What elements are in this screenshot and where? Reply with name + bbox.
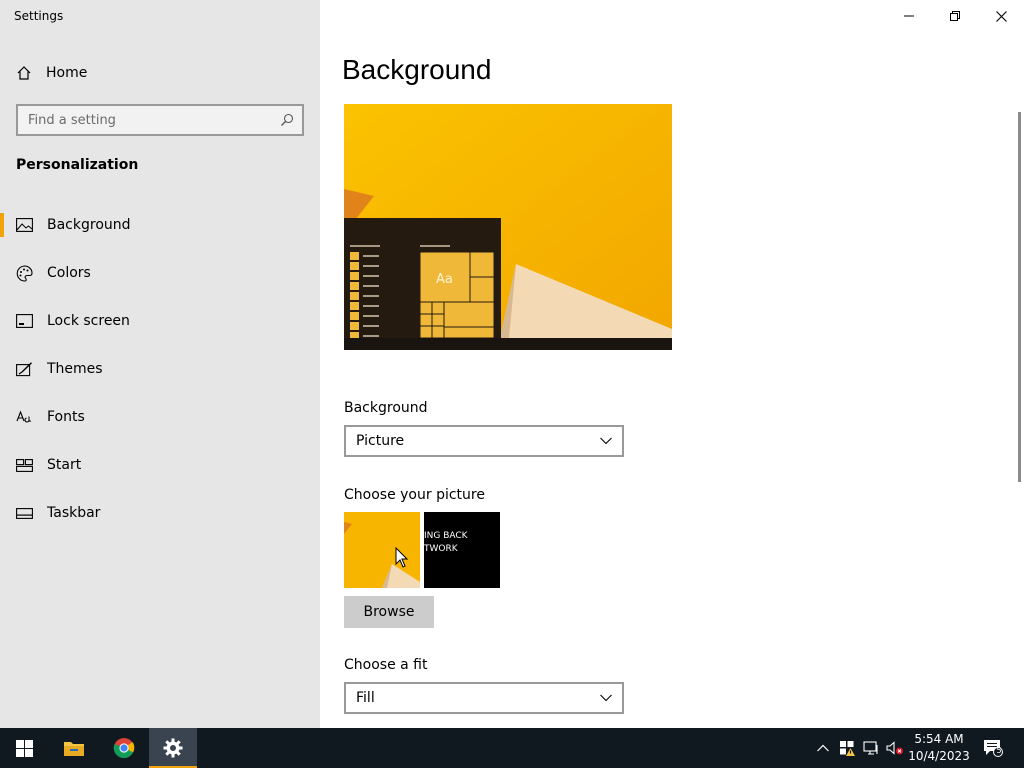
restore-icon (950, 11, 960, 21)
themes-icon (16, 361, 33, 378)
sidebar-item-label: Taskbar (47, 505, 101, 521)
gear-icon (163, 738, 183, 758)
search-input[interactable] (28, 112, 280, 128)
close-icon (995, 10, 1007, 22)
background-dropdown-value: Picture (356, 433, 405, 449)
sidebar-item-label: Fonts (47, 409, 85, 425)
section-heading: Personalization (16, 157, 139, 173)
lock-screen-icon (16, 313, 33, 330)
shield-warning-icon (840, 741, 855, 756)
sidebar-item-themes[interactable]: Themes (0, 345, 320, 393)
active-indicator (0, 213, 4, 237)
close-button[interactable] (978, 0, 1024, 32)
settings-taskbar-button[interactable] (149, 728, 197, 768)
chevron-down-icon (600, 694, 612, 702)
fit-dropdown[interactable]: Fill (344, 682, 624, 714)
sidebar-item-colors[interactable]: Colors (0, 249, 320, 297)
sidebar-item-label: Start (47, 457, 82, 473)
home-link[interactable]: Home (16, 63, 87, 83)
background-dropdown[interactable]: Picture (344, 425, 624, 457)
sidebar-item-label: Themes (47, 361, 103, 377)
sidebar-item-background[interactable]: Background (0, 201, 320, 249)
action-center-button[interactable]: 5 (983, 738, 1003, 758)
taskbar: 5:54 AM 10/4/2023 5 (0, 728, 1024, 768)
browse-button[interactable]: Browse (344, 596, 434, 628)
palette-icon (16, 264, 33, 282)
home-icon (16, 65, 32, 81)
thumbnail-text-line: ING BACK (424, 531, 468, 541)
windows-logo-icon (15, 739, 33, 757)
notification-count-badge: 5 (996, 746, 1002, 755)
sidebar-nav: Background Colors Lock screen Themes Fon… (0, 201, 320, 537)
search-box[interactable] (16, 104, 304, 136)
fit-dropdown-value: Fill (356, 690, 375, 706)
picture-icon (16, 217, 33, 234)
sidebar-item-start[interactable]: Start (0, 441, 320, 489)
sidebar-item-taskbar[interactable]: Taskbar (0, 489, 320, 537)
start-icon (16, 457, 33, 474)
sidebar: Settings Home Personalization Background… (0, 0, 320, 728)
file-explorer-button[interactable] (50, 728, 98, 768)
desktop-preview: Aa (344, 104, 672, 350)
system-clock[interactable]: 5:54 AM 10/4/2023 (906, 731, 972, 765)
volume-tray-button[interactable] (885, 738, 905, 758)
sidebar-item-label: Colors (47, 265, 91, 281)
chrome-button[interactable] (100, 728, 148, 768)
restore-button[interactable] (932, 0, 978, 32)
choose-picture-label: Choose your picture (344, 487, 485, 503)
choose-fit-label: Choose a fit (344, 657, 428, 673)
picture-thumbnail-2[interactable]: ING BACK TWORK (424, 512, 500, 588)
app-title: Settings (14, 9, 64, 23)
taskbar-icon (16, 505, 33, 522)
chrome-icon (113, 738, 135, 759)
sidebar-item-label: Background (47, 217, 131, 233)
thumbnail-text-line: TWORK (424, 544, 458, 554)
picture-thumbnail-1[interactable] (344, 512, 420, 588)
yellow-wallpaper-thumbnail (344, 512, 420, 588)
minimize-button[interactable] (886, 0, 932, 32)
start-button[interactable] (0, 728, 48, 768)
chevron-down-icon (600, 437, 612, 445)
security-tray-button[interactable] (837, 738, 857, 758)
fonts-icon (16, 409, 33, 426)
chevron-up-icon (817, 744, 829, 752)
clock-time: 5:54 AM (914, 732, 964, 746)
network-icon (863, 741, 878, 755)
preview-tile-text: Aa (436, 272, 453, 287)
show-hidden-icons-button[interactable] (813, 738, 833, 758)
scrollbar[interactable] (1018, 112, 1021, 482)
sidebar-item-lock-screen[interactable]: Lock screen (0, 297, 320, 345)
network-tray-button[interactable] (861, 738, 881, 758)
home-label: Home (46, 65, 88, 81)
sidebar-item-fonts[interactable]: Fonts (0, 393, 320, 441)
wallpaper-preview: Aa (344, 104, 672, 350)
volume-muted-icon (886, 741, 903, 755)
minimize-icon (904, 15, 914, 17)
page-title: Background (342, 54, 492, 85)
sidebar-item-label: Lock screen (47, 313, 130, 329)
search-icon[interactable] (280, 113, 294, 127)
background-label: Background (344, 400, 428, 416)
folder-icon (64, 742, 84, 756)
clock-date: 10/4/2023 (908, 749, 970, 763)
